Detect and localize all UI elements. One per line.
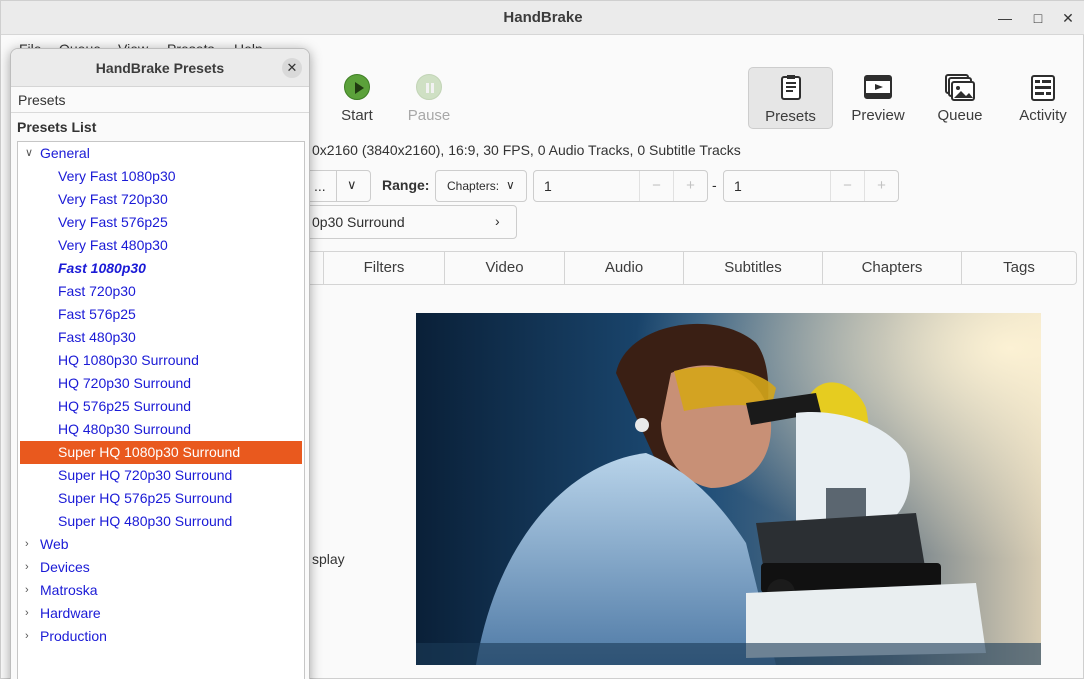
category-production[interactable]: › Production	[18, 625, 304, 648]
close-icon[interactable]: ✕	[1059, 9, 1077, 27]
category-matroska[interactable]: › Matroska	[18, 579, 304, 602]
presets-list-heading: Presets List	[17, 119, 97, 135]
preset-item[interactable]: Super HQ 720p30 Surround	[18, 464, 304, 487]
source-info-text: 0x2160 (3840x2160), 16:9, 30 FPS, 0 Audi…	[312, 142, 741, 158]
preset-item[interactable]: HQ 576p25 Surround	[18, 395, 304, 418]
pause-icon	[416, 74, 442, 100]
preset-item[interactable]: Very Fast 720p30	[18, 188, 304, 211]
chevron-right-icon[interactable]: ›	[25, 625, 29, 647]
tab-chapters[interactable]: Chapters	[823, 252, 962, 284]
presets-tree: ∨ General Very Fast 1080p30 Very Fast 72…	[17, 141, 305, 679]
activity-log-icon	[1031, 75, 1055, 101]
chevron-right-icon: ›	[495, 213, 500, 229]
category-web[interactable]: › Web	[18, 533, 304, 556]
minimize-icon[interactable]: —	[996, 9, 1014, 27]
chevron-down-icon: ∨	[506, 178, 515, 192]
range-separator: -	[712, 177, 717, 193]
range-type-value: Chapters:	[447, 179, 500, 193]
range-end-spinner[interactable]: 1 − +	[723, 170, 899, 202]
settings-tabs: Filters Video Audio Subtitles Chapters T…	[301, 251, 1077, 285]
preset-item[interactable]: HQ 720p30 Surround	[18, 372, 304, 395]
preset-item[interactable]: Very Fast 1080p30	[18, 165, 304, 188]
film-icon	[864, 75, 892, 99]
preset-selector[interactable]: 0p30 Surround ›	[301, 205, 517, 239]
plus-icon[interactable]: +	[864, 171, 898, 201]
play-icon	[344, 74, 370, 100]
range-start-value: 1	[544, 178, 552, 194]
plus-icon[interactable]: +	[673, 171, 707, 201]
chevron-right-icon[interactable]: ›	[25, 602, 29, 624]
minus-icon[interactable]: −	[639, 171, 673, 201]
preview-thumbnail	[416, 313, 1041, 665]
dialog-header: HandBrake Presets ✕	[11, 49, 309, 87]
presets-toolbar-button[interactable]: Presets	[748, 67, 833, 129]
dialog-menu-bar: Presets	[11, 87, 309, 113]
tab-subtitles[interactable]: Subtitles	[684, 252, 823, 284]
tab-audio[interactable]: Audio	[565, 252, 684, 284]
preset-item[interactable]: Super HQ 576p25 Surround	[18, 487, 304, 510]
preset-item[interactable]: Fast 720p30	[18, 280, 304, 303]
activity-toolbar-label: Activity	[1019, 107, 1067, 124]
chevron-down-icon: ∨	[347, 177, 357, 192]
dialog-title: HandBrake Presets	[95, 60, 225, 76]
queue-icon	[945, 74, 975, 101]
preset-item-selected[interactable]: Super HQ 1080p30 Surround	[20, 441, 302, 464]
activity-toolbar-button[interactable]: Activity	[1004, 67, 1082, 129]
category-label: General	[40, 145, 90, 161]
minus-icon[interactable]: −	[830, 171, 864, 201]
tab-tags[interactable]: Tags	[962, 252, 1076, 284]
category-devices[interactable]: › Devices	[18, 556, 304, 579]
preview-toolbar-label: Preview	[851, 107, 905, 124]
range-start-spinner[interactable]: 1 − +	[533, 170, 708, 202]
preset-item[interactable]: HQ 480p30 Surround	[18, 418, 304, 441]
preset-selector-value: 0p30 Surround	[312, 214, 405, 230]
close-icon[interactable]: ✕	[282, 58, 302, 78]
preset-item[interactable]: Super HQ 480p30 Surround	[18, 510, 304, 533]
summary-display-label: splay	[312, 551, 345, 567]
range-label: Range:	[382, 177, 430, 193]
tab-video[interactable]: Video	[445, 252, 565, 284]
preset-item[interactable]: Very Fast 576p25	[18, 211, 304, 234]
preset-item[interactable]: Fast 480p30	[18, 326, 304, 349]
chevron-down-icon[interactable]: ∨	[25, 142, 33, 164]
start-button[interactable]: Start	[331, 67, 383, 129]
preset-item[interactable]: Fast 576p25	[18, 303, 304, 326]
preset-item[interactable]: HQ 1080p30 Surround	[18, 349, 304, 372]
chevron-right-icon[interactable]: ›	[25, 556, 29, 578]
angle-combo[interactable]: ... ∨	[301, 170, 371, 202]
category-hardware[interactable]: › Hardware	[18, 602, 304, 625]
chevron-right-icon[interactable]: ›	[25, 533, 29, 555]
queue-toolbar-button[interactable]: Queue	[925, 67, 995, 129]
range-type-combo[interactable]: Chapters: ∨	[435, 170, 527, 202]
title-bar: HandBrake — □ ✕	[1, 1, 1084, 35]
preset-item[interactable]: Very Fast 480p30	[18, 234, 304, 257]
tab-filters[interactable]: Filters	[324, 252, 445, 284]
preview-toolbar-button[interactable]: Preview	[841, 67, 915, 129]
menu-presets-dialog[interactable]: Presets	[18, 92, 65, 108]
chevron-right-icon[interactable]: ›	[25, 579, 29, 601]
scientist-microscope-image	[416, 313, 1041, 665]
pause-label: Pause	[407, 107, 451, 124]
range-end-value: 1	[734, 178, 742, 194]
presets-icon	[780, 75, 801, 100]
maximize-icon[interactable]: □	[1029, 9, 1047, 27]
presets-dialog: HandBrake Presets ✕ Presets Presets List…	[10, 48, 310, 679]
queue-toolbar-label: Queue	[937, 107, 983, 124]
start-label: Start	[341, 107, 373, 124]
angle-value: ...	[314, 178, 326, 194]
pause-button[interactable]: Pause	[403, 67, 455, 129]
preset-item-default[interactable]: Fast 1080p30	[18, 257, 304, 280]
window-title: HandBrake	[503, 9, 583, 26]
category-general[interactable]: ∨ General	[18, 142, 304, 165]
presets-toolbar-label: Presets	[765, 108, 816, 125]
